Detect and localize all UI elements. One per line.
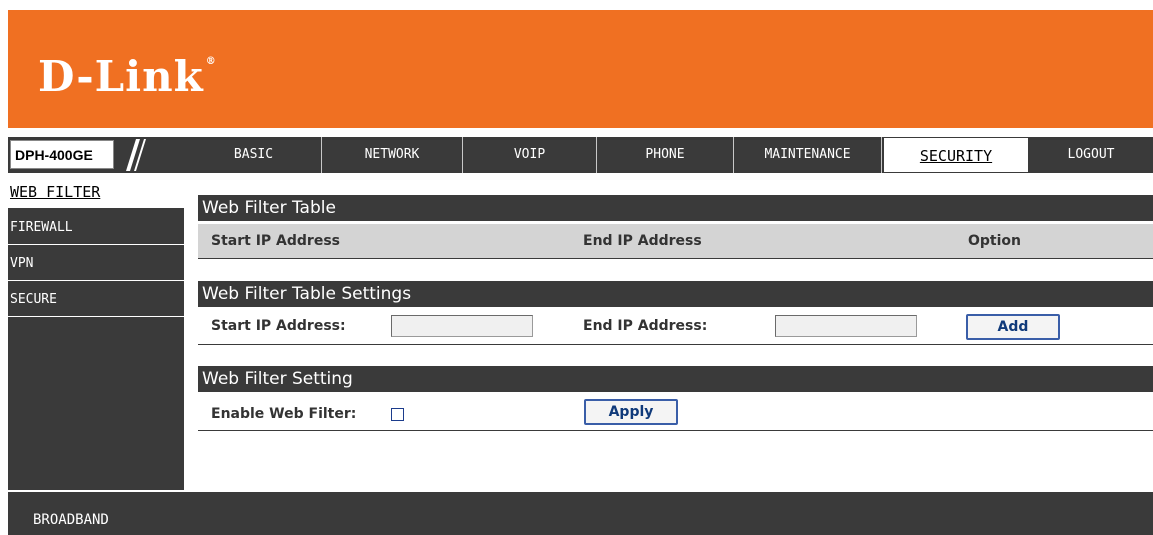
add-button[interactable]: Add: [966, 314, 1060, 340]
enable-web-filter-label: Enable Web Filter:: [211, 406, 357, 422]
sidebar-item-vpn[interactable]: VPN: [8, 247, 184, 281]
sidebar-item-secure[interactable]: SECURE: [8, 283, 184, 317]
footer-text: BROADBAND: [33, 512, 109, 528]
table-settings-row: Start IP Address: End IP Address: Add: [198, 309, 1153, 345]
start-ip-label: Start IP Address:: [211, 318, 346, 334]
slash-decoration-icon: [126, 139, 146, 171]
tab-maintenance[interactable]: MAINTENANCE: [734, 137, 882, 173]
start-ip-input[interactable]: [391, 315, 533, 337]
logo-text: D-Link: [38, 52, 204, 101]
apply-button[interactable]: Apply: [584, 399, 678, 425]
end-ip-label: End IP Address:: [583, 318, 708, 334]
header-banner: D-Link ®: [8, 10, 1153, 128]
tab-security[interactable]: SECURITY: [883, 137, 1029, 173]
footer-bar: BROADBAND: [8, 492, 1153, 535]
d-link-logo: D-Link ®: [38, 52, 217, 101]
end-ip-input[interactable]: [775, 315, 917, 337]
tab-voip[interactable]: VOIP: [463, 137, 597, 173]
model-label: DPH-400GE: [15, 147, 93, 163]
sidebar-item-firewall[interactable]: FIREWALL: [8, 211, 184, 245]
filter-setting-row: Enable Web Filter: Apply: [198, 394, 1153, 431]
top-nav: BASIC NETWORK VOIP PHONE MAINTENANCE SEC…: [186, 137, 1153, 173]
sidebar: WEB FILTER FIREWALL VPN SECURE: [8, 175, 184, 490]
filter-setting-title: Web Filter Setting: [198, 366, 1153, 392]
column-end-ip: End IP Address: [583, 233, 702, 249]
column-start-ip: Start IP Address: [211, 233, 340, 249]
table-settings-title: Web Filter Table Settings: [198, 281, 1153, 307]
model-area: DPH-400GE: [8, 137, 186, 173]
column-option: Option: [968, 233, 1021, 249]
web-filter-table-title: Web Filter Table: [198, 195, 1153, 221]
sidebar-item-web-filter[interactable]: WEB FILTER: [8, 175, 184, 209]
enable-web-filter-checkbox[interactable]: [391, 408, 404, 421]
tab-network[interactable]: NETWORK: [322, 137, 463, 173]
tab-basic[interactable]: BASIC: [186, 137, 322, 173]
table-header-row: Start IP Address End IP Address Option: [198, 224, 1153, 259]
registered-mark: ®: [205, 56, 217, 67]
tab-logout[interactable]: LOGOUT: [1029, 137, 1153, 173]
model-box: DPH-400GE: [10, 140, 114, 169]
tab-phone[interactable]: PHONE: [597, 137, 734, 173]
